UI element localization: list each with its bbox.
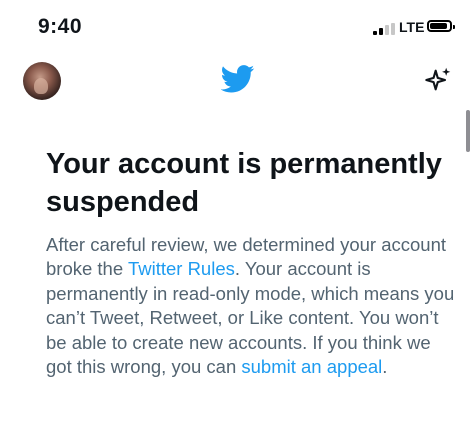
status-bar: 9:40 LTE bbox=[0, 0, 474, 52]
twitter-rules-link[interactable]: Twitter Rules bbox=[128, 258, 235, 279]
submit-appeal-link[interactable]: submit an appeal bbox=[241, 356, 382, 377]
cellular-signal-icon bbox=[373, 23, 397, 35]
sparkle-icon[interactable] bbox=[424, 66, 452, 94]
message-text-3: . bbox=[382, 356, 388, 378]
page-title: Your account is permanently suspended bbox=[46, 148, 442, 218]
network-type: LTE bbox=[399, 19, 425, 35]
scrollbar[interactable] bbox=[466, 110, 470, 152]
suspension-message: After careful review, we determined your… bbox=[46, 233, 456, 379]
twitter-bird-icon bbox=[221, 65, 255, 93]
top-header bbox=[0, 56, 474, 106]
battery-icon bbox=[427, 20, 455, 32]
profile-avatar[interactable] bbox=[23, 62, 61, 100]
clock-time: 9:40 bbox=[38, 15, 83, 38]
